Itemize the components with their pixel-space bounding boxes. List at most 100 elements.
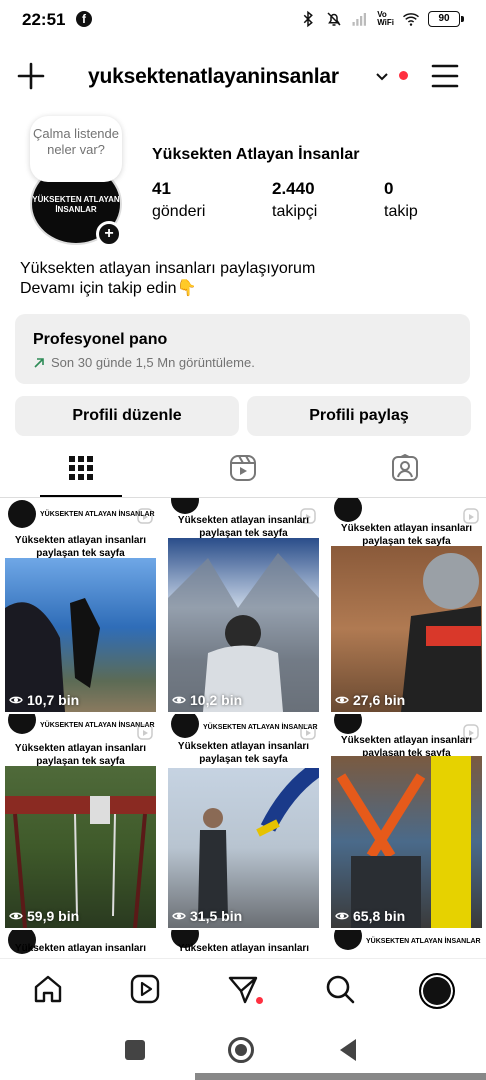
- grid-post-7[interactable]: Yüksekten atlayan insanları: [0, 930, 161, 958]
- bio-line-2: Devamı için takip edin👇: [20, 280, 197, 297]
- grid-post-5[interactable]: YÜKSEKTEN ATLAYAN İNSANLAR Yüksekten atl…: [163, 714, 324, 928]
- grid-icon: [69, 456, 93, 480]
- grid-post-3[interactable]: Yüksekten atlayan insanları paylaşan tek…: [326, 498, 486, 712]
- grid-post-4[interactable]: YÜKSEKTEN ATLAYAN İNSANLAR Yüksekten atl…: [0, 714, 161, 928]
- grid-post-1[interactable]: YÜKSEKTEN ATLAYAN İNSANLAR Yüksekten atl…: [0, 498, 161, 712]
- skydiver-figure: [5, 598, 100, 712]
- stat-following-label: takip: [384, 203, 418, 220]
- post-header: [334, 714, 362, 734]
- post-photo: [5, 558, 156, 712]
- system-navigation: [0, 1022, 486, 1080]
- stat-following-number: 0: [384, 179, 394, 198]
- trend-up-arrow-icon: [34, 357, 44, 368]
- post-caption: Yüksekten atlayan insanları paylaşan tek…: [14, 535, 147, 559]
- tab-grid[interactable]: [0, 446, 162, 496]
- stat-following[interactable]: 0 takip: [384, 179, 418, 221]
- mini-avatar: [8, 714, 36, 734]
- post-header: YÜKSEKTEN ATLAYAN İNSANLAR: [8, 500, 155, 528]
- account-username[interactable]: yuksektenatlayaninsanlar: [88, 65, 339, 89]
- wifi-icon: [403, 13, 419, 26]
- vowifi-icon: Vo WiFi: [377, 11, 394, 27]
- reels-nav-icon[interactable]: [129, 973, 161, 1005]
- mini-avatar: [334, 498, 362, 522]
- share-profile-button[interactable]: Profili paylaş: [247, 396, 471, 436]
- eye-icon: [172, 912, 186, 920]
- scroll-indicator: [195, 1073, 486, 1080]
- active-tab-indicator: [40, 495, 122, 497]
- profile-tabs: [0, 446, 486, 498]
- post-header: YÜKSEKTEN ATLAYAN İNSANLAR: [8, 714, 155, 734]
- view-count-label: 10,7 bin: [27, 692, 80, 708]
- grid-post-8[interactable]: Yüksekten atlayan insanları: [163, 930, 324, 958]
- view-count-label: 31,5 bin: [190, 908, 243, 924]
- note-bubble[interactable]: Çalma listende neler var?: [30, 116, 122, 182]
- mini-avatar: [334, 930, 362, 950]
- bluetooth-icon: [303, 10, 314, 28]
- mini-avatar: [171, 498, 199, 514]
- eye-icon: [335, 696, 349, 704]
- view-count: 10,2 bin: [172, 692, 242, 708]
- view-count: 59,9 bin: [9, 908, 79, 924]
- back-button[interactable]: [340, 1039, 356, 1061]
- pro-panel-subtitle-row: Son 30 günde 1,5 Mn görüntüleme.: [33, 355, 452, 370]
- search-icon[interactable]: [324, 973, 356, 1005]
- tagged-person-icon: [392, 454, 418, 481]
- add-story-plus-icon[interactable]: +: [96, 221, 122, 247]
- facebook-notification-icon: f: [76, 11, 92, 27]
- post-header: [334, 498, 362, 522]
- view-count-label: 59,9 bin: [27, 908, 80, 924]
- display-name: Yüksekten Atlayan İnsanlar: [152, 146, 360, 163]
- pro-panel-subtitle: Son 30 günde 1,5 Mn görüntüleme.: [51, 355, 255, 370]
- grid-post-9[interactable]: YÜKSEKTEN ATLAYAN İNSANLAR: [326, 930, 486, 958]
- post-photo: [5, 766, 156, 928]
- climber-figure: [401, 553, 482, 712]
- eye-icon: [335, 912, 349, 920]
- create-plus-icon[interactable]: [16, 61, 46, 91]
- stat-followers-number: 2.440: [272, 179, 315, 198]
- mini-avatar: [334, 714, 362, 734]
- tab-tagged[interactable]: [324, 446, 486, 496]
- mountain-jumper-figure: [168, 553, 319, 712]
- post-caption: Yüksekten atlayan insanları paylaşan tek…: [177, 515, 310, 539]
- grid-post-2[interactable]: Yüksekten atlayan insanları paylaşan tek…: [163, 498, 324, 712]
- professional-dashboard[interactable]: Profesyonel pano Son 30 günde 1,5 Mn gör…: [15, 314, 470, 384]
- view-count-label: 65,8 bin: [353, 908, 406, 924]
- post-photo: [168, 768, 319, 928]
- stat-posts[interactable]: 41 gönderi: [152, 179, 205, 221]
- hamburger-menu-icon[interactable]: [430, 63, 460, 89]
- mini-avatar: [171, 714, 199, 738]
- home-icon[interactable]: [32, 973, 64, 1005]
- bio: Yüksekten atlayan insanları paylaşıyorum…: [20, 259, 315, 299]
- stat-followers[interactable]: 2.440 takipçi: [272, 179, 317, 221]
- reels-icon: [230, 455, 256, 481]
- home-button[interactable]: [228, 1037, 254, 1063]
- reel-badge-icon: [300, 724, 316, 740]
- direct-message-icon[interactable]: [227, 973, 259, 1005]
- view-count: 10,7 bin: [9, 692, 79, 708]
- post-header: YÜKSEKTEN ATLAYAN İNSANLAR: [334, 930, 481, 950]
- post-caption: Yüksekten atlayan insanları paylaşan tek…: [340, 523, 473, 547]
- stat-posts-number: 41: [152, 179, 171, 198]
- eye-icon: [9, 912, 23, 920]
- edit-profile-button[interactable]: Profili düzenle: [15, 396, 239, 436]
- post-header-text: YÜKSEKTEN ATLAYAN İNSANLAR: [366, 937, 481, 945]
- tab-reels[interactable]: [162, 446, 324, 496]
- post-caption: Yüksekten atlayan insanları: [14, 943, 147, 954]
- post-photo: [331, 756, 482, 928]
- profile-header: yuksektenatlayaninsanlar: [0, 55, 486, 99]
- recents-button[interactable]: [125, 1040, 145, 1060]
- grid-post-6[interactable]: Yüksekten atlayan insanları paylaşan tek…: [326, 714, 486, 928]
- reel-badge-icon: [137, 724, 153, 740]
- stat-posts-label: gönderi: [152, 203, 206, 220]
- view-count: 65,8 bin: [335, 908, 405, 924]
- reel-badge-icon: [137, 508, 153, 524]
- view-count: 31,5 bin: [172, 908, 242, 924]
- bottom-navigation: [0, 958, 486, 1022]
- bio-line-1: Yüksekten atlayan insanları paylaşıyorum: [20, 260, 316, 277]
- eye-icon: [172, 696, 186, 704]
- profile-nav-avatar[interactable]: [419, 973, 455, 1009]
- view-count-label: 27,6 bin: [353, 692, 406, 708]
- eye-icon: [9, 696, 23, 704]
- chevron-down-icon[interactable]: [375, 69, 389, 83]
- post-photo: [331, 546, 482, 712]
